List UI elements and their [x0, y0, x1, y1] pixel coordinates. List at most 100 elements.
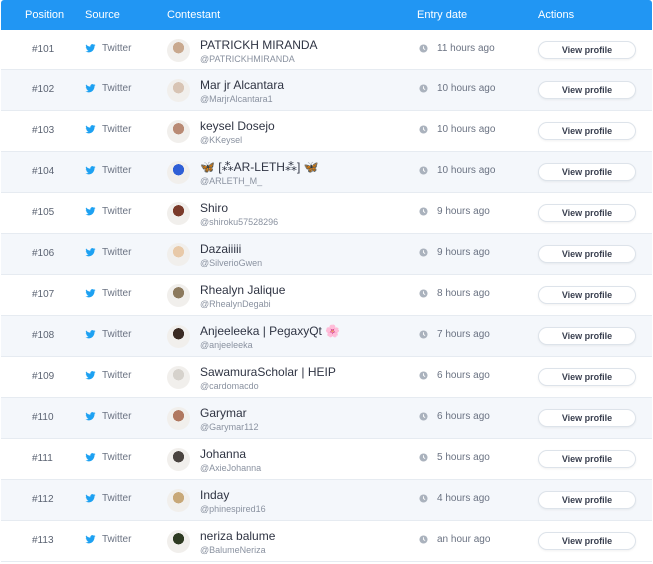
source-cell: Twitter — [85, 452, 131, 463]
entry-date-label: 8 hours ago — [437, 288, 490, 299]
source-label: Twitter — [102, 165, 132, 176]
position-cell: #106 — [32, 248, 55, 259]
contestant-name[interactable]: Rhealyn Jalique — [200, 283, 285, 297]
contestant-name[interactable]: neriza balume — [200, 529, 275, 543]
contestant-name[interactable]: Johanna — [200, 447, 246, 461]
contestant-name[interactable]: PATRICKH MIRANDA — [200, 38, 318, 52]
source-cell: Twitter — [85, 329, 131, 340]
twitter-icon — [85, 371, 96, 380]
contestant-name[interactable]: Inday — [200, 488, 229, 502]
contestant-handle[interactable]: @Garymar112 — [200, 422, 259, 432]
avatar[interactable] — [167, 407, 190, 430]
twitter-icon — [85, 248, 96, 257]
avatar[interactable] — [167, 79, 190, 102]
view-profile-button[interactable]: View profile — [538, 286, 636, 304]
source-cell: Twitter — [85, 534, 131, 545]
table-row: #102 Twitter Mar jr Alcantara @MarjrAlca… — [1, 70, 652, 111]
table-row: #108 Twitter Anjeeleeka | PegaxyQt 🌸 @an… — [1, 316, 652, 357]
source-label: Twitter — [102, 83, 132, 94]
entry-date-label: 7 hours ago — [437, 329, 490, 340]
position-cell: #105 — [32, 207, 55, 218]
view-profile-button[interactable]: View profile — [538, 491, 636, 509]
clock-icon — [419, 125, 428, 134]
table-body: #101 Twitter PATRICKH MIRANDA @PATRICKHM… — [1, 30, 652, 562]
source-label: Twitter — [102, 288, 132, 299]
twitter-icon — [85, 535, 96, 544]
position-cell: #112 — [32, 494, 54, 505]
contestant-name[interactable]: Shiro — [200, 201, 228, 215]
contestant-name[interactable]: SawamuraScholar | HEIP — [200, 365, 336, 379]
contestant-handle[interactable]: @SilverioGwen — [200, 258, 262, 268]
source-label: Twitter — [102, 124, 132, 135]
avatar[interactable] — [167, 39, 190, 62]
contestant-handle[interactable]: @cardomacdo — [200, 381, 259, 391]
contestant-name[interactable]: Dazaiiiii — [200, 242, 241, 256]
avatar[interactable] — [167, 448, 190, 471]
avatar[interactable] — [167, 284, 190, 307]
view-profile-button[interactable]: View profile — [538, 41, 636, 59]
twitter-icon — [85, 125, 96, 134]
table-row: #111 Twitter Johanna @AxieJohanna 5 hour… — [1, 439, 652, 480]
avatar[interactable] — [167, 530, 190, 553]
position-cell: #107 — [32, 289, 55, 300]
entry-date-cell: 4 hours ago — [419, 493, 490, 504]
entry-date-label: 5 hours ago — [437, 452, 490, 463]
source-cell: Twitter — [85, 411, 131, 422]
contestants-table: Position Source Contestant Entry date Ac… — [1, 0, 652, 562]
contestant-name[interactable]: keysel Dosejo — [200, 119, 275, 133]
avatar[interactable] — [167, 489, 190, 512]
contestant-handle[interactable]: @BalumeNeriza — [200, 545, 266, 555]
contestant-handle[interactable]: @AxieJohanna — [200, 463, 261, 473]
contestant-handle[interactable]: @anjeeleeka — [200, 340, 253, 350]
position-cell: #108 — [32, 330, 55, 341]
contestant-handle[interactable]: @phinespired16 — [200, 504, 266, 514]
header-source: Source — [85, 9, 120, 21]
avatar[interactable] — [167, 366, 190, 389]
view-profile-button[interactable]: View profile — [538, 81, 636, 99]
clock-icon — [419, 248, 428, 257]
entry-date-label: 9 hours ago — [437, 206, 490, 217]
avatar[interactable] — [167, 202, 190, 225]
twitter-icon — [85, 166, 96, 175]
contestant-handle[interactable]: @KKeysel — [200, 135, 242, 145]
view-profile-button[interactable]: View profile — [538, 450, 636, 468]
view-profile-button[interactable]: View profile — [538, 409, 636, 427]
source-label: Twitter — [102, 411, 132, 422]
contestant-name[interactable]: Mar jr Alcantara — [200, 78, 284, 92]
avatar[interactable] — [167, 161, 190, 184]
clock-icon — [419, 289, 428, 298]
clock-icon — [419, 44, 428, 53]
view-profile-button[interactable]: View profile — [538, 163, 636, 181]
entry-date-cell: 6 hours ago — [419, 370, 490, 381]
view-profile-button[interactable]: View profile — [538, 245, 636, 263]
clock-icon — [419, 412, 428, 421]
clock-icon — [419, 84, 428, 93]
table-row: #112 Twitter Inday @phinespired16 4 hour… — [1, 480, 652, 521]
table-row: #104 Twitter 🦋 [⁂AR-LETH⁂] 🦋 @ARLETH_M_ … — [1, 152, 652, 193]
header-actions: Actions — [538, 9, 575, 21]
view-profile-button[interactable]: View profile — [538, 368, 636, 386]
position-cell: #102 — [32, 84, 55, 95]
avatar[interactable] — [167, 120, 190, 143]
view-profile-button[interactable]: View profile — [538, 122, 636, 140]
contestant-handle[interactable]: @shiroku57528296 — [200, 217, 278, 227]
contestant-handle[interactable]: @ARLETH_M_ — [200, 176, 262, 186]
position-cell: #101 — [32, 44, 55, 55]
view-profile-button[interactable]: View profile — [538, 327, 636, 345]
contestant-handle[interactable]: @PATRICKHMIRANDA — [200, 54, 295, 64]
table-row: #103 Twitter keysel Dosejo @KKeysel 10 h… — [1, 111, 652, 152]
contestant-handle[interactable]: @RhealynDegabi — [200, 299, 271, 309]
contestant-handle[interactable]: @MarjrAlcantara1 — [200, 94, 273, 104]
entry-date-cell: 7 hours ago — [419, 329, 490, 340]
view-profile-button[interactable]: View profile — [538, 204, 636, 222]
contestant-name[interactable]: Anjeeleeka | PegaxyQt 🌸 — [200, 324, 340, 338]
source-label: Twitter — [102, 43, 132, 54]
avatar[interactable] — [167, 243, 190, 266]
contestant-name[interactable]: 🦋 [⁂AR-LETH⁂] 🦋 — [200, 160, 319, 174]
avatar[interactable] — [167, 325, 190, 348]
source-label: Twitter — [102, 370, 132, 381]
view-profile-button[interactable]: View profile — [538, 532, 636, 550]
twitter-icon — [85, 84, 96, 93]
contestant-name[interactable]: Garymar — [200, 406, 247, 420]
source-label: Twitter — [102, 247, 132, 258]
